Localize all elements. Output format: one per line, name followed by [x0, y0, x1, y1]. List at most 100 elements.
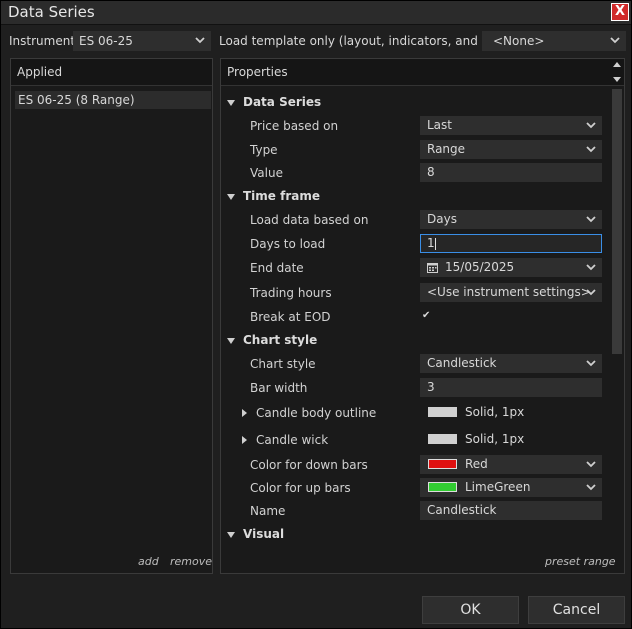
- chevron-down-icon: [586, 216, 596, 223]
- properties-panel: Properties Data Series Price based on La…: [220, 58, 625, 574]
- color-swatch: [428, 459, 457, 469]
- load-data-based-on-value: Days: [427, 212, 457, 226]
- end-date-picker[interactable]: 15/05/2025: [420, 258, 602, 277]
- chart-style-select[interactable]: Candlestick: [420, 354, 602, 373]
- scrollbar-thumb[interactable]: [612, 89, 622, 354]
- stroke-swatch: [428, 434, 457, 444]
- properties-header-label: Properties: [227, 65, 288, 79]
- list-item[interactable]: ES 06-25 (8 Range): [15, 91, 211, 109]
- section-label: Data Series: [243, 95, 322, 109]
- instrument-label: Instrument: [9, 34, 76, 48]
- trading-hours-select[interactable]: <Use instrument settings>: [420, 283, 602, 302]
- load-data-based-on-label: Load data based on: [250, 213, 369, 227]
- template-value: <None>: [493, 34, 545, 48]
- value-value: 8: [427, 165, 435, 179]
- section-chart-style[interactable]: Chart style: [227, 333, 317, 347]
- type-label: Type: [250, 143, 278, 157]
- add-link[interactable]: add: [138, 555, 159, 568]
- instrument-value: ES 06-25: [79, 34, 133, 48]
- cancel-button[interactable]: Cancel: [528, 596, 625, 624]
- chevron-down-icon: [586, 289, 596, 296]
- applied-header: Applied: [11, 59, 212, 86]
- color-down-label: Color for down bars: [250, 458, 368, 472]
- color-up-label: Color for up bars: [250, 481, 351, 495]
- chevron-down-icon: [195, 37, 205, 44]
- chevron-down-icon: [586, 122, 596, 129]
- candle-body-outline-label: Candle body outline: [256, 406, 377, 420]
- applied-header-label: Applied: [17, 65, 63, 79]
- chart-style-label: Chart style: [250, 357, 316, 371]
- section-label: Visual: [243, 527, 285, 541]
- name-label: Name: [250, 504, 286, 518]
- color-up-value: LimeGreen: [465, 480, 531, 494]
- trading-hours-label: Trading hours: [250, 286, 332, 300]
- section-data-series[interactable]: Data Series: [227, 95, 321, 109]
- type-select[interactable]: Range: [420, 140, 602, 159]
- candle-body-outline-text: Solid, 1px: [465, 405, 525, 419]
- candle-wick-label: Candle wick: [256, 433, 329, 447]
- chevron-down-icon: [586, 461, 596, 468]
- calendar-icon: [427, 263, 438, 273]
- bar-width-label: Bar width: [250, 381, 308, 395]
- bar-width-input[interactable]: 3: [420, 378, 602, 397]
- remove-link[interactable]: remove: [170, 555, 212, 568]
- text-cursor: [435, 238, 436, 250]
- title-bar[interactable]: Data Series X: [1, 1, 631, 25]
- applied-item-label: ES 06-25 (8 Range): [18, 93, 135, 107]
- color-down-value: Red: [465, 457, 488, 471]
- section-visual[interactable]: Visual: [227, 527, 284, 541]
- name-value: Candlestick: [427, 503, 497, 517]
- close-button[interactable]: X: [611, 3, 629, 21]
- bar-width-value: 3: [427, 380, 435, 394]
- collapse-triangle-icon: [227, 193, 235, 200]
- value-input[interactable]: 8: [420, 163, 602, 182]
- break-at-eod-checkbox[interactable]: ✔: [420, 307, 602, 326]
- applied-panel: Applied ES 06-25 (8 Range) add remove: [10, 58, 213, 574]
- scroll-up-down-icon: [613, 62, 621, 82]
- break-at-eod-label: Break at EOD: [250, 310, 331, 324]
- candle-wick-text: Solid, 1px: [465, 432, 525, 446]
- color-up-select[interactable]: LimeGreen: [420, 478, 602, 497]
- end-date-label: End date: [250, 261, 304, 275]
- collapse-triangle-icon: [227, 337, 235, 344]
- days-to-load-input[interactable]: 1: [420, 234, 602, 253]
- expand-triangle-icon[interactable]: [242, 409, 247, 417]
- checkmark-icon: ✔: [422, 310, 431, 321]
- ok-button[interactable]: OK: [422, 596, 519, 624]
- chevron-down-icon: [610, 37, 620, 44]
- trading-hours-value: <Use instrument settings>: [427, 285, 591, 299]
- collapse-triangle-icon: [227, 531, 235, 538]
- stroke-swatch: [428, 407, 457, 417]
- instrument-selector[interactable]: ES 06-25: [73, 31, 211, 51]
- section-time-frame[interactable]: Time frame: [227, 189, 320, 203]
- collapse-triangle-icon: [227, 99, 235, 106]
- template-selector[interactable]: <None>: [482, 31, 626, 51]
- name-input[interactable]: Candlestick: [420, 501, 602, 520]
- chevron-down-icon: [586, 264, 596, 271]
- chart-style-value: Candlestick: [427, 356, 497, 370]
- chevron-down-icon: [586, 484, 596, 491]
- days-to-load-value: 1: [427, 236, 435, 250]
- end-date-value: 15/05/2025: [445, 260, 515, 274]
- section-label: Chart style: [243, 333, 318, 347]
- preset-range-link[interactable]: preset range: [545, 555, 616, 568]
- chevron-down-icon: [586, 360, 596, 367]
- candle-wick-value[interactable]: Solid, 1px: [420, 430, 602, 449]
- section-label: Time frame: [243, 189, 320, 203]
- scroll-arrows[interactable]: [612, 61, 622, 83]
- value-label: Value: [250, 166, 283, 180]
- price-based-on-value: Last: [427, 118, 452, 132]
- color-down-select[interactable]: Red: [420, 455, 602, 474]
- load-data-based-on-select[interactable]: Days: [420, 210, 602, 229]
- template-label: Load template only (layout, indicators, …: [219, 34, 516, 48]
- price-based-on-label: Price based on: [250, 119, 339, 133]
- days-to-load-label: Days to load: [250, 237, 326, 251]
- chevron-down-icon: [586, 146, 596, 153]
- price-based-on-select[interactable]: Last: [420, 116, 602, 135]
- properties-header: Properties: [221, 59, 624, 86]
- expand-triangle-icon[interactable]: [242, 436, 247, 444]
- candle-body-outline-value[interactable]: Solid, 1px: [420, 403, 602, 422]
- type-value: Range: [427, 142, 466, 156]
- window-title: Data Series: [8, 3, 95, 21]
- data-series-dialog: Data Series X Instrument ES 06-25 Load t…: [0, 0, 632, 629]
